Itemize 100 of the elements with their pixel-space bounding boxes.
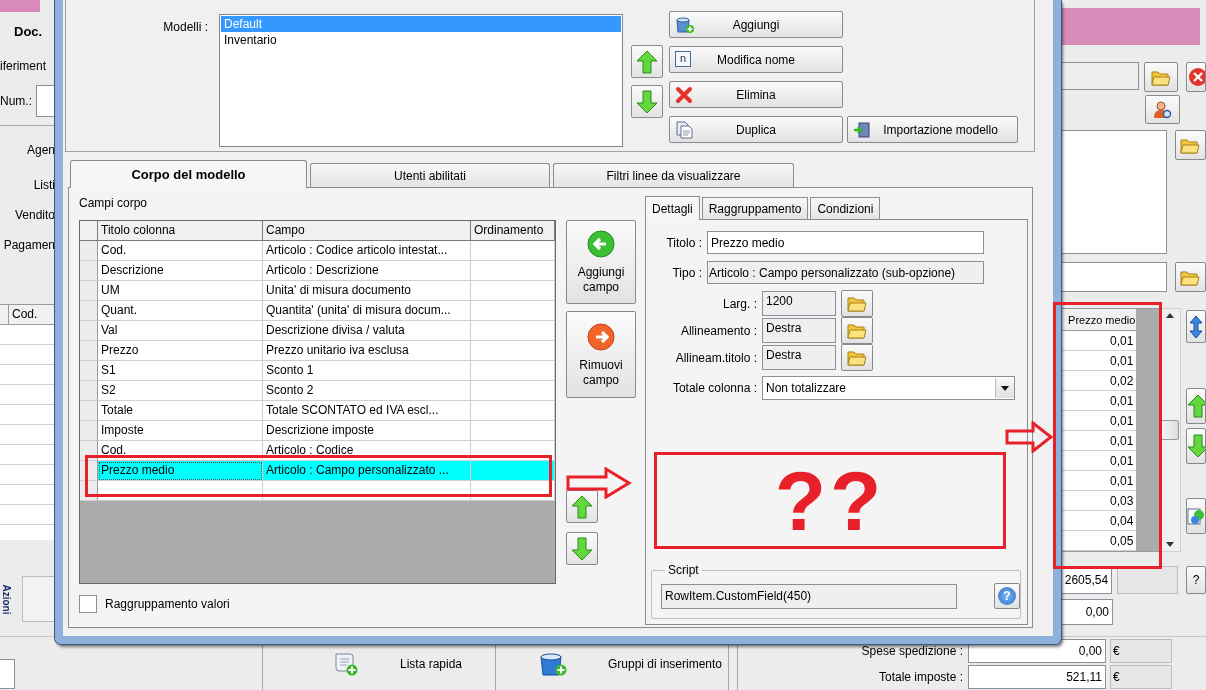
script-field[interactable]: RowItem.CustomField(450) [661,583,957,609]
move-up-button[interactable] [1186,388,1206,424]
table-cell[interactable]: Val [98,321,263,341]
table-cell[interactable]: Imposte [98,421,263,441]
reorder-button[interactable] [1186,310,1206,343]
table-cell[interactable] [471,301,555,321]
alignment-field[interactable]: Destra [762,318,836,343]
move-down-button[interactable] [1186,428,1206,464]
move-down-button[interactable] [631,85,663,118]
table-cell[interactable] [471,461,555,481]
field-label: Totale imposte : [877,670,964,684]
tab[interactable]: Dettagli [645,196,700,220]
row-header[interactable] [80,401,98,421]
import-button[interactable]: Importazione modello [847,116,1018,143]
tab[interactable]: Filtri linee da visualizzare [553,163,794,187]
table-cell[interactable]: Unita' di misura documento [263,281,471,301]
model-button[interactable]: Aggiungi [669,11,843,38]
refresh-button[interactable] [1186,498,1206,534]
help-button[interactable]: ? [1186,566,1206,594]
table-cell[interactable] [471,321,555,341]
table-cell[interactable]: UM [98,281,263,301]
table-cell[interactable]: Prezzo unitario iva esclusa [263,341,471,361]
table-cell[interactable] [471,361,555,381]
field-label: Pagamen [3,238,55,252]
model-button[interactable]: Duplica [669,116,843,143]
move-up-button[interactable] [631,45,663,78]
browse-button[interactable] [1143,62,1178,92]
table-cell[interactable]: Descrizione [98,261,263,281]
table-cell[interactable]: Quant. [98,301,263,321]
model-button[interactable]: n Modifica nome [669,46,843,73]
row-header[interactable] [80,241,98,261]
delete-icon [675,86,693,104]
models-list[interactable]: Default Inventario [219,14,623,147]
table-cell[interactable]: S1 [98,361,263,381]
search-person-button[interactable] [1145,95,1180,124]
currency-field: € [1110,639,1172,663]
move-down-button[interactable] [566,532,598,565]
table-cell[interactable]: Descrizione imposte [263,421,471,441]
table-cell[interactable] [471,341,555,361]
checkbox[interactable] [79,595,97,613]
browse-button[interactable] [1174,262,1206,292]
row-header[interactable] [80,421,98,441]
browse-button[interactable] [841,317,873,344]
table-cell[interactable] [471,401,555,421]
table-cell[interactable]: Articolo : Codice articolo intestat... [263,241,471,261]
row-header[interactable] [80,361,98,381]
add-field-button[interactable]: Aggiungi campo [566,220,636,304]
model-button[interactable]: Elimina [669,81,843,108]
side-tab[interactable]: Azioni [0,584,12,614]
row-header[interactable] [80,301,98,321]
table-cell[interactable]: Sconto 1 [263,361,471,381]
total-dropdown[interactable]: Non totalizzare [762,376,1015,400]
currency-field: € [1110,665,1172,689]
folder-icon [1150,68,1171,86]
field-label: Allineamento : [679,323,758,338]
title-field[interactable]: Prezzo medio [707,231,984,254]
tab[interactable]: Corpo del modello [70,160,307,188]
alignment-field[interactable]: Destra [762,345,836,370]
table-cell[interactable] [471,381,555,401]
table-cell[interactable] [263,481,471,501]
move-up-button[interactable] [566,490,598,523]
table-cell[interactable]: Totale [98,401,263,421]
table-cell[interactable] [471,421,555,441]
table-cell[interactable]: Cod. [98,241,263,261]
header-bar [0,0,40,12]
table-cell[interactable]: S2 [98,381,263,401]
tab[interactable]: Utenti abilitati [310,163,550,187]
delete-button[interactable] [1186,62,1206,92]
remove-field-button[interactable]: Rimuovi campo [566,311,636,398]
list-item[interactable]: Inventario [221,32,621,48]
table-cell[interactable]: Sconto 2 [263,381,471,401]
table-cell[interactable] [471,281,555,301]
row-header[interactable] [80,341,98,361]
table-cell[interactable]: Prezzo medio [98,461,263,481]
field-label: Titolo : [665,235,703,250]
row-header[interactable] [80,281,98,301]
row-header[interactable] [80,321,98,341]
fields-table[interactable] [79,220,556,584]
table-cell[interactable]: Totale SCONTATO ed IVA escl... [263,401,471,421]
table-cell[interactable]: Articolo : Campo personalizzato ... [263,461,471,481]
bucket-plus-icon [537,650,568,677]
tab[interactable]: Condizioni [810,197,881,219]
table-cell[interactable] [471,261,555,281]
browse-button[interactable] [841,290,873,317]
table-cell[interactable]: Articolo : Descrizione [263,261,471,281]
column-header: Ordinamento [471,221,555,241]
browse-button[interactable] [841,344,873,371]
doc-label: Doc. [14,24,43,39]
folder-icon [847,295,867,312]
tab[interactable]: Raggruppamento [701,197,809,219]
row-header[interactable] [80,381,98,401]
table-cell[interactable] [98,481,263,501]
browse-button[interactable] [1174,130,1206,160]
table-cell[interactable] [471,241,555,261]
table-cell[interactable]: Quantita' (unita' di misura docum... [263,301,471,321]
width-field[interactable]: 1200 [762,291,836,316]
text-field[interactable] [0,659,15,689]
table-cell[interactable]: Prezzo [98,341,263,361]
row-header[interactable] [80,261,98,281]
table-cell[interactable]: Descrizione divisa / valuta [263,321,471,341]
